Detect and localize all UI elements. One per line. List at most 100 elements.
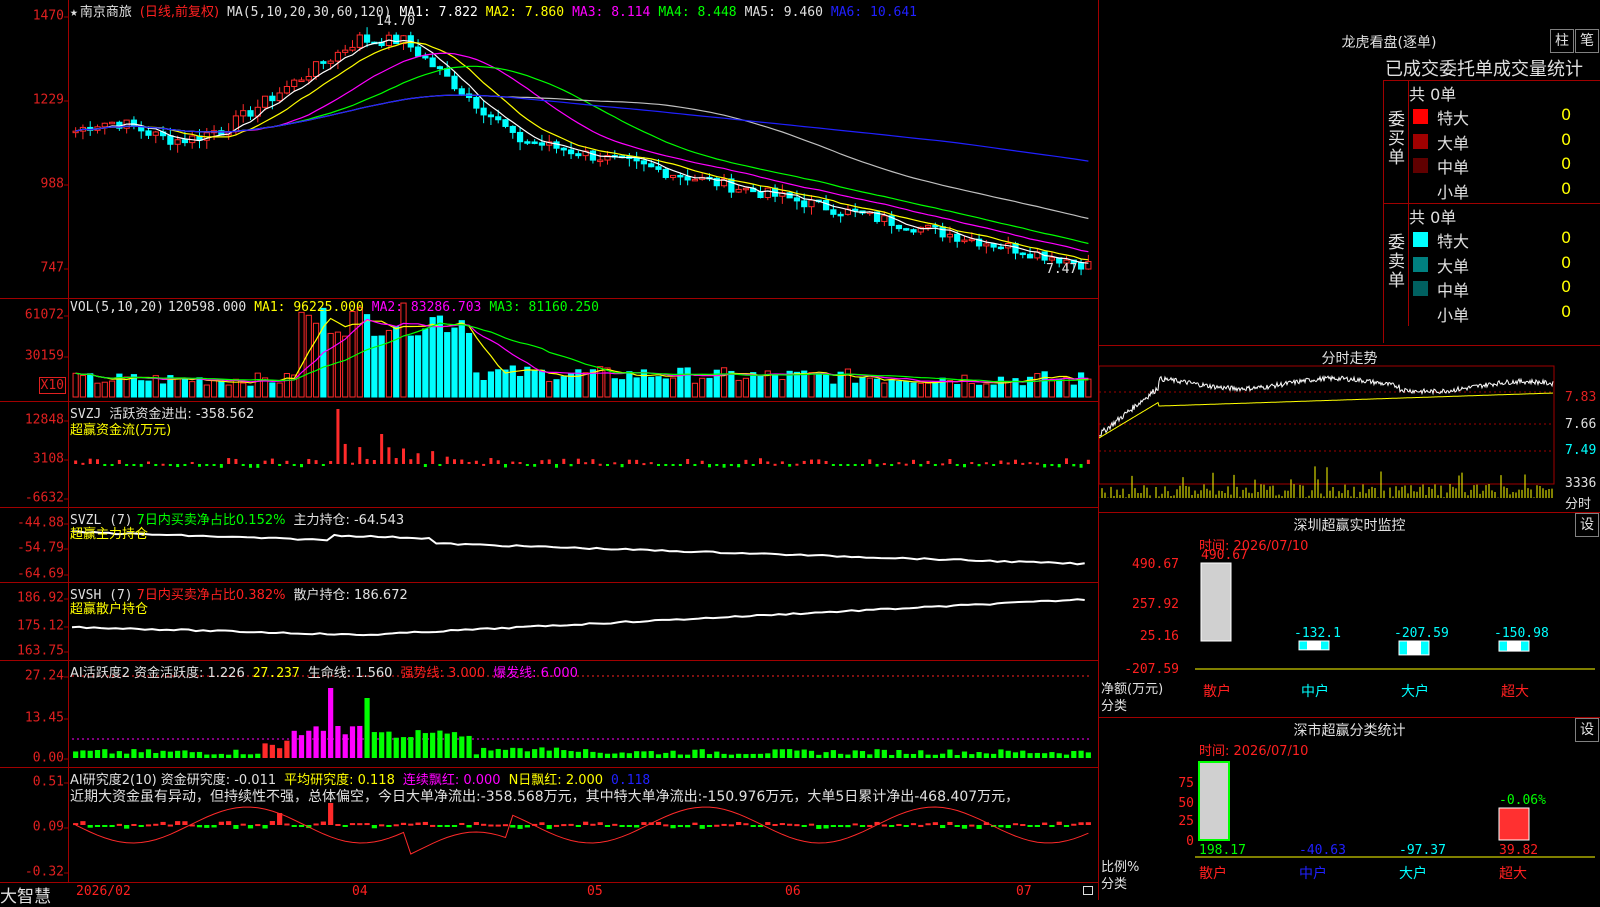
candle-body	[560, 147, 567, 151]
research-bar	[451, 825, 458, 827]
flow-bar	[467, 461, 471, 464]
candlestick-chart[interactable]	[0, 0, 1098, 298]
flow-bar	[657, 464, 660, 467]
candle-body	[509, 125, 516, 133]
activity-bar	[706, 754, 713, 758]
svzj-panel[interactable]: 12848 3108 -6632 SVZJ 活跃资金进出: -358.562 超赢…	[0, 402, 1098, 508]
ai-activity-panel[interactable]: 27.24 13.45 0.00 AI活跃度2 资金活跃度: 1.226 27.23…	[0, 661, 1098, 768]
research-bar	[160, 821, 166, 825]
activity-bar	[794, 750, 800, 758]
color-swatch	[1413, 232, 1428, 247]
flow-bar	[576, 458, 580, 464]
candle-body	[334, 51, 342, 62]
candle-body	[72, 130, 79, 134]
activity-bar	[189, 752, 195, 758]
price-panel[interactable]: 1470 1229 988 747 ★ 南京商旅 (日线,前复权) MA(5,10,2…	[0, 0, 1098, 299]
ma6-value: MA6: 10.641	[830, 5, 917, 20]
bar-view-button[interactable]: 柱	[1550, 29, 1574, 53]
research-bar	[706, 825, 713, 827]
order-count: 0	[1561, 154, 1572, 173]
volume-panel[interactable]: 61072 30159 X10 VOL(5,10,20) 120598.000 MA…	[0, 299, 1098, 402]
flow-bar	[453, 459, 456, 464]
flow-bar	[802, 460, 806, 464]
candle-body	[1012, 242, 1019, 254]
monitor-chart[interactable]: 490.67 257.92 25.16 -207.59 490.67 散户 -132.1 中户…	[1099, 513, 1600, 717]
volume-bar	[196, 377, 203, 398]
stock-name[interactable]: 南京商旅	[80, 5, 132, 20]
flow-bar	[285, 460, 289, 464]
activity-bar	[692, 749, 698, 758]
ai-research-panel[interactable]: 0.51 0.09 -0.32 AI研究度2(10) 资金研究度: -0.011 平…	[0, 768, 1098, 882]
candle-body	[451, 75, 458, 90]
color-swatch	[1413, 109, 1428, 124]
research-bar	[940, 825, 946, 829]
activity-bar	[1063, 754, 1070, 758]
star-icon[interactable]: ★	[70, 5, 78, 20]
activity-bar	[240, 754, 246, 758]
classify-chart[interactable]: 75 50 25 0 -0.06% 198.17 散户 -40.63 中户 -97.37 大户 39.…	[1099, 718, 1600, 900]
monitor-panel[interactable]: 深圳超赢实时监控 设 时间: 2026/07/10 490.67 257.92 25…	[1099, 513, 1600, 718]
volume-bar	[582, 372, 589, 398]
activity-bar	[648, 751, 654, 758]
research-bar	[889, 825, 895, 827]
research-bar	[677, 825, 683, 827]
svzl-panel[interactable]: -44.88 -54.79 -64.69 SVZL (7) 7日内买卖净占比0.1…	[0, 508, 1098, 583]
volume-bar	[145, 380, 152, 398]
flow-bar	[635, 459, 639, 464]
flow-bar	[1072, 464, 1076, 467]
lhb-panel[interactable]: 龙虎看盘(逐单) 柱 笔 已成交委托单成交量统计 委买单 委卖单 共 0单 特大…	[1099, 0, 1600, 346]
volume-bar	[771, 374, 779, 398]
intraday-panel[interactable]: 分时走势 7.83 7.66 7.49 3336 分时	[1099, 346, 1600, 513]
activity-bar	[357, 725, 363, 758]
monitor-tick: 490.67	[1132, 557, 1179, 572]
flow-bar	[351, 462, 354, 465]
intraday-chart[interactable]	[1099, 346, 1600, 512]
monitor-bar-value: -207.59	[1394, 626, 1449, 641]
lhb-subtitle: 已成交委托单成交量统计	[1385, 59, 1583, 80]
candle-body	[283, 85, 291, 94]
volume-bar	[422, 328, 429, 398]
activity-bar	[604, 753, 611, 758]
volume-bar	[269, 382, 276, 398]
flow-bar	[678, 464, 682, 466]
research-bar	[808, 823, 815, 826]
classify-panel[interactable]: 深市超赢分类统计 设 时间: 2026/07/10 75 50 25 0 -0.06% 1…	[1099, 718, 1600, 900]
activity-bar	[167, 751, 173, 758]
candle-body	[414, 46, 422, 57]
tick-view-button[interactable]: 笔	[1575, 29, 1599, 53]
research-bar	[896, 823, 902, 826]
flow-bar	[1057, 464, 1061, 468]
activity-bar	[94, 750, 101, 758]
flow-bar	[300, 464, 303, 468]
ai-lifeline-value: 生命线: 1.560	[307, 666, 393, 681]
activity-bar	[575, 751, 581, 758]
research-bar	[604, 825, 611, 827]
research-bar	[830, 825, 836, 827]
color-swatch	[1413, 305, 1428, 321]
volume-bar	[669, 377, 677, 398]
volume-bar	[487, 371, 495, 398]
activity-bar	[859, 751, 866, 758]
volume-value: 120598.000	[167, 300, 247, 315]
research-bar	[459, 822, 465, 825]
period-label[interactable]: (日线,前复权)	[140, 5, 219, 20]
volume-bar	[742, 377, 750, 398]
research-bar	[488, 824, 494, 827]
volume-bar	[560, 376, 567, 398]
flow-bar	[511, 461, 515, 464]
category-label: 中单	[1437, 281, 1470, 300]
activity-bar	[422, 733, 428, 758]
activity-bar	[204, 754, 210, 758]
research-bar	[430, 824, 436, 827]
research-bar	[736, 821, 742, 825]
buy-row: 大单00%	[1409, 130, 1600, 154]
svsh-panel[interactable]: 186.92 175.12 163.75 SVSH (7) 7日内买卖净占比0.3…	[0, 583, 1098, 661]
candle-body	[422, 55, 429, 59]
activity-bar	[845, 754, 851, 758]
research-bar	[954, 825, 960, 827]
research-bar	[597, 822, 603, 825]
classify-tick: 25	[1178, 814, 1194, 829]
candle-body	[669, 174, 677, 178]
volume-bar	[983, 383, 990, 398]
lock-icon[interactable]	[1083, 886, 1093, 895]
